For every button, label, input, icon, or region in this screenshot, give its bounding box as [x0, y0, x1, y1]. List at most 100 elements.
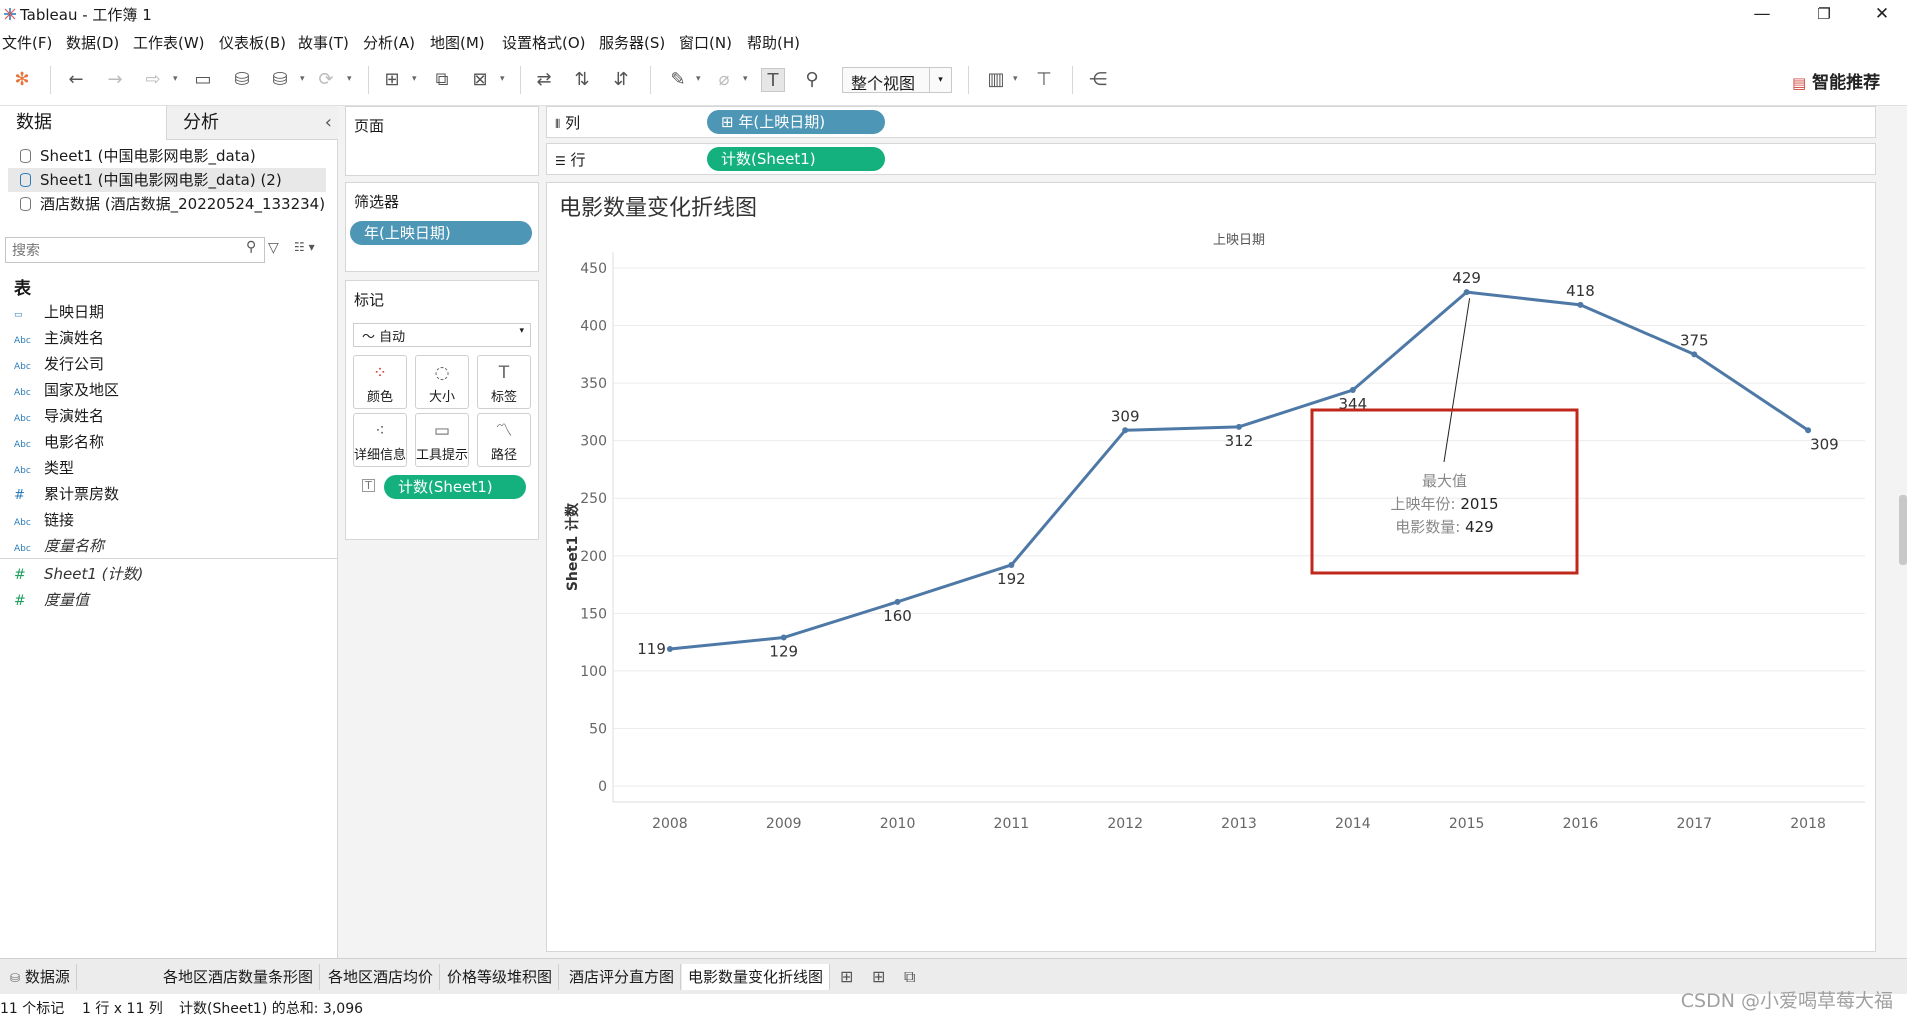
- tooltip-mark-button[interactable]: ▭ 工具提示: [415, 413, 469, 467]
- show-cards-dropdown-icon[interactable]: ▾: [1013, 74, 1018, 84]
- filter-fields-icon[interactable]: ▽: [268, 240, 279, 256]
- new-sheet-dropdown-icon[interactable]: ▾: [412, 74, 417, 84]
- field-search-input[interactable]: [5, 237, 265, 263]
- sort-ascending-icon[interactable]: ⇅: [570, 68, 594, 92]
- field-item[interactable]: Abc 度量名称: [14, 535, 104, 557]
- data-point: [666, 646, 673, 653]
- show-me-button[interactable]: ▤ 智能推荐: [1792, 68, 1880, 93]
- new-worksheet-tab-icon[interactable]: ⊞: [840, 967, 853, 986]
- tab-sheet-active[interactable]: 电影数量变化折线图: [682, 964, 831, 990]
- menu-dashboard[interactable]: 仪表板(B): [219, 32, 286, 53]
- marks-label-pill[interactable]: 计数(Sheet1): [384, 475, 526, 499]
- refresh-dropdown-icon[interactable]: ▾: [347, 74, 352, 84]
- minimize-button[interactable]: —: [1742, 2, 1782, 26]
- fix-axes-icon[interactable]: ⚲: [800, 68, 824, 92]
- presentation-mode-icon[interactable]: ⊤: [1032, 68, 1056, 92]
- duplicate-sheet-icon[interactable]: ⧉: [430, 68, 454, 92]
- pages-card[interactable]: 页面: [345, 106, 539, 176]
- new-datasource-icon[interactable]: ⛁: [230, 68, 254, 92]
- tab-sheet[interactable]: 酒店评分直方图: [563, 964, 682, 990]
- field-item[interactable]: Abc 主演姓名: [14, 327, 104, 349]
- menu-server[interactable]: 服务器(S): [599, 32, 665, 53]
- share-icon[interactable]: ⋲: [1086, 68, 1110, 92]
- data-label: 119: [637, 640, 666, 658]
- new-story-tab-icon[interactable]: ⧉: [904, 967, 915, 987]
- menu-data[interactable]: 数据(D): [66, 32, 119, 53]
- search-icon[interactable]: ⚲: [246, 239, 256, 255]
- replay-icon[interactable]: ⇨: [141, 68, 165, 92]
- collapse-pane-icon[interactable]: ‹: [325, 106, 332, 140]
- mark-type-select[interactable]: 〜 自动 ▾: [353, 323, 531, 347]
- tab-sheet[interactable]: 各地区酒店数量条形图: [157, 964, 321, 990]
- field-item[interactable]: # Sheet1 (计数): [14, 563, 143, 585]
- menu-format[interactable]: 设置格式(O): [502, 32, 586, 53]
- label-mark-button[interactable]: T 标签: [477, 355, 531, 409]
- annotation-title: 最大值: [1422, 472, 1467, 490]
- field-item[interactable]: Abc 导演姓名: [14, 405, 104, 427]
- field-item[interactable]: # 累计票房数: [14, 483, 119, 505]
- menu-story[interactable]: 故事(T): [298, 32, 349, 53]
- highlight-icon[interactable]: ✎: [666, 68, 690, 92]
- show-mark-labels-icon[interactable]: T: [761, 68, 785, 92]
- field-item[interactable]: Abc 发行公司: [14, 353, 104, 375]
- highlight-dropdown-icon[interactable]: ▾: [696, 74, 701, 84]
- scroll-handle[interactable]: [1899, 495, 1907, 565]
- pause-dropdown-icon[interactable]: ▾: [300, 74, 305, 84]
- redo-icon[interactable]: →: [103, 68, 127, 92]
- pause-update-icon[interactable]: ⛁: [268, 68, 292, 92]
- size-icon: ◌: [434, 363, 450, 383]
- field-item[interactable]: Abc 链接: [14, 509, 74, 531]
- menu-help[interactable]: 帮助(H): [747, 32, 800, 53]
- datasource-name: Sheet1 (中国电影网电影_data) (2): [40, 171, 282, 189]
- replay-dropdown-icon[interactable]: ▾: [173, 74, 178, 84]
- menu-file[interactable]: 文件(F): [2, 32, 52, 53]
- restore-button[interactable]: ❐: [1804, 2, 1844, 26]
- clear-dropdown-icon[interactable]: ▾: [500, 74, 505, 84]
- clear-sheet-icon[interactable]: ⊠: [468, 68, 492, 92]
- chevron-down-icon[interactable]: ▾: [929, 68, 951, 92]
- close-button[interactable]: ✕: [1862, 2, 1902, 26]
- menu-window[interactable]: 窗口(N): [679, 32, 732, 53]
- sort-descending-icon[interactable]: ⇵: [609, 68, 633, 92]
- filters-card[interactable]: 筛选器 年(上映日期): [345, 182, 539, 272]
- menu-worksheet[interactable]: 工作表(W): [133, 32, 205, 53]
- color-mark-button[interactable]: ⁘ 颜色: [353, 355, 407, 409]
- view-options-icon[interactable]: ☷ ▾: [294, 240, 315, 254]
- swap-rows-columns-icon[interactable]: ⇄: [532, 68, 556, 92]
- group-members-icon[interactable]: ⌀: [712, 68, 736, 92]
- tableau-start-icon[interactable]: ✻: [10, 68, 34, 92]
- datasource-item-selected[interactable]: Sheet1 (中国电影网电影_data) (2): [8, 168, 326, 192]
- refresh-icon[interactable]: ⟳: [314, 68, 338, 92]
- detail-mark-button[interactable]: ⁖ 详细信息: [353, 413, 407, 467]
- tab-datasource[interactable]: ⛁ 数据源: [4, 964, 77, 990]
- path-mark-button[interactable]: 〽路径: [477, 413, 531, 467]
- new-dashboard-tab-icon[interactable]: ⊞: [872, 967, 885, 986]
- field-item[interactable]: # 度量值: [14, 589, 89, 611]
- save-icon[interactable]: ▭: [191, 68, 215, 92]
- columns-shelf[interactable]: ⦀ 列 ⊞ 年(上映日期): [546, 106, 1876, 138]
- rows-pill[interactable]: 计数(Sheet1): [707, 147, 885, 171]
- tab-sheet[interactable]: 各地区酒店均价: [322, 964, 441, 990]
- tab-data[interactable]: 数据: [0, 106, 166, 140]
- new-worksheet-icon[interactable]: ⊞: [380, 68, 404, 92]
- fit-view-select[interactable]: 整个视图 ▾: [842, 67, 952, 93]
- field-item[interactable]: ▭ 上映日期: [14, 301, 104, 323]
- columns-pill[interactable]: ⊞ 年(上映日期): [707, 110, 885, 134]
- line-chart[interactable]: 电影数量变化折线图上映日期 0 50 100 150 200 250 300 350 400 450…: [547, 183, 1875, 951]
- size-mark-button[interactable]: ◌ 大小: [415, 355, 469, 409]
- group-dropdown-icon[interactable]: ▾: [743, 74, 748, 84]
- filter-pill[interactable]: 年(上映日期): [350, 221, 532, 245]
- datasource-item[interactable]: 酒店数据 (酒店数据_20220524_133234): [8, 192, 326, 216]
- datasource-item[interactable]: Sheet1 (中国电影网电影_data): [8, 144, 326, 168]
- show-cards-icon[interactable]: ▥: [984, 68, 1008, 92]
- field-item[interactable]: Abc 类型: [14, 457, 74, 479]
- field-item[interactable]: Abc 国家及地区: [14, 379, 119, 401]
- menu-map[interactable]: 地图(M): [430, 32, 485, 53]
- undo-icon[interactable]: ←: [64, 68, 88, 92]
- field-item[interactable]: Abc 电影名称: [14, 431, 104, 453]
- worksheet-view[interactable]: 电影数量变化折线图 上映日期 0 50 100 150 200 250 300 350 400 450…: [546, 182, 1876, 952]
- tab-sheet[interactable]: 价格等级堆积图: [441, 964, 560, 990]
- menu-analysis[interactable]: 分析(A): [363, 32, 415, 53]
- tab-analysis[interactable]: 分析 ‹: [166, 106, 338, 140]
- rows-shelf[interactable]: ☰ 行 计数(Sheet1): [546, 143, 1876, 175]
